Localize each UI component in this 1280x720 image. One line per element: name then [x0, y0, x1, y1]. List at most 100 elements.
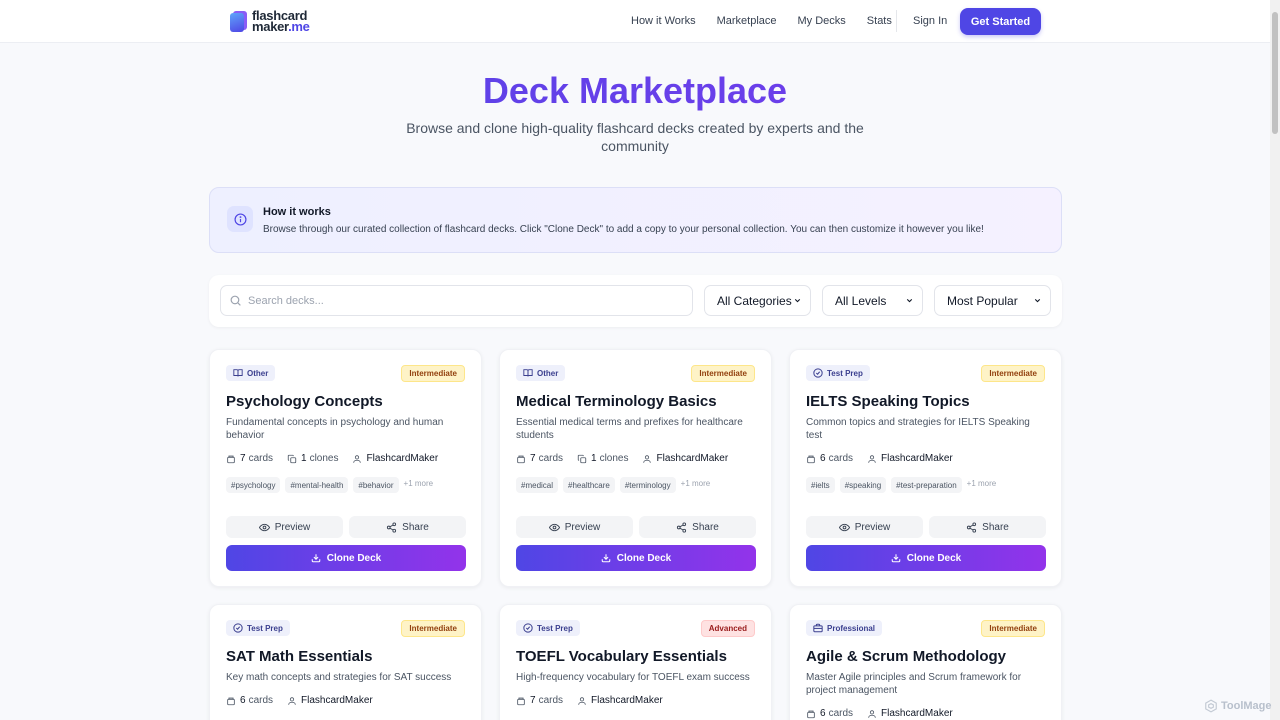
deck-meta: 7 cards 1 clones FlashcardMaker: [226, 453, 455, 464]
watermark-text: ToolMage: [1221, 700, 1272, 712]
deck-description: Key math concepts and strategies for SAT…: [226, 672, 452, 683]
info-icon: [227, 206, 253, 232]
scrollbar-thumb[interactable]: [1272, 12, 1278, 134]
tag[interactable]: #mental-health: [285, 477, 349, 493]
clone-count: 1: [591, 453, 597, 464]
tag-list: #psychology #mental-health #behavior +1 …: [226, 477, 433, 493]
cards-label: cards: [828, 453, 854, 464]
eye-icon: [258, 523, 270, 531]
clones-label: clones: [599, 453, 629, 464]
watermark-icon: [1205, 699, 1217, 713]
tag[interactable]: #test-preparation: [891, 477, 962, 493]
cards-label: cards: [828, 708, 854, 719]
deck-title[interactable]: TOEFL Vocabulary Essentials: [516, 648, 727, 665]
category-select[interactable]: All Categories: [704, 285, 811, 316]
preview-button[interactable]: Preview: [516, 516, 633, 538]
deck-description: Master Agile principles and Scrum framew…: [806, 672, 1022, 696]
level-badge: Intermediate: [401, 365, 465, 382]
layers-icon: [227, 455, 235, 463]
level-badge: Advanced: [700, 620, 755, 637]
deck-title[interactable]: IELTS Speaking Topics: [806, 393, 970, 410]
author-name: FlashcardMaker: [881, 453, 953, 464]
clone-deck-button[interactable]: Clone Deck: [806, 545, 1046, 571]
sort-select[interactable]: Most Popular: [934, 285, 1051, 316]
share-icon: [387, 521, 397, 533]
layers-icon: [807, 455, 815, 463]
tag-list: #ielts #speaking #test-preparation +1 mo…: [806, 477, 996, 493]
share-button[interactable]: Share: [929, 516, 1046, 538]
category-label: Other: [247, 368, 269, 378]
share-button[interactable]: Share: [639, 516, 756, 538]
deck-card[interactable]: Professional Intermediate Agile & Scrum …: [789, 604, 1062, 720]
preview-button[interactable]: Preview: [226, 516, 343, 538]
deck-title[interactable]: Psychology Concepts: [226, 393, 383, 410]
page-scrollbar[interactable]: [1270, 0, 1280, 720]
tag[interactable]: #ielts: [806, 477, 835, 493]
logo[interactable]: flashcard maker.me: [230, 9, 310, 34]
nav-link-stats[interactable]: Stats: [867, 15, 892, 27]
layers-icon: [517, 455, 525, 463]
share-button[interactable]: Share: [349, 516, 466, 538]
clone-deck-button[interactable]: Clone Deck: [516, 545, 756, 571]
layers-icon: [807, 710, 815, 718]
check-circle-icon: [813, 368, 823, 378]
deck-card[interactable]: Test Prep Intermediate SAT Math Essentia…: [209, 604, 482, 720]
deck-card[interactable]: Test Prep Intermediate IELTS Speaking To…: [789, 349, 1062, 587]
search-input[interactable]: [248, 294, 668, 307]
tag[interactable]: #terminology: [619, 477, 676, 493]
user-icon: [578, 696, 586, 705]
card-count: 6: [820, 708, 826, 719]
deck-title[interactable]: Agile & Scrum Methodology: [806, 648, 1006, 665]
logo-line2: maker: [252, 19, 289, 34]
category-select-value: All Categories: [717, 293, 792, 308]
clone-count: 1: [301, 453, 307, 464]
clone-label: Clone Deck: [616, 552, 672, 564]
tag[interactable]: #behavior: [353, 477, 399, 493]
author-name: FlashcardMaker: [591, 695, 663, 706]
clone-label: Clone Deck: [906, 552, 962, 564]
deck-meta: 6 cards FlashcardMaker: [806, 708, 970, 719]
category-badge: Professional: [806, 620, 883, 636]
layers-icon: [227, 697, 235, 705]
card-count: 6: [240, 695, 246, 706]
card-count: 7: [530, 695, 536, 706]
tag[interactable]: #medical: [516, 477, 559, 493]
category-badge: Other: [516, 365, 566, 381]
nav-divider: [896, 10, 897, 32]
user-icon: [643, 454, 652, 463]
preview-label: Preview: [564, 521, 601, 533]
user-icon: [868, 454, 876, 463]
preview-label: Preview: [854, 521, 891, 533]
deck-description: High-frequency vocabulary for TOEFL exam…: [516, 672, 750, 683]
level-select[interactable]: All Levels: [822, 285, 923, 316]
preview-button[interactable]: Preview: [806, 516, 923, 538]
deck-card[interactable]: Other Intermediate Psychology Concepts F…: [209, 349, 482, 587]
nav-link-marketplace[interactable]: Marketplace: [717, 15, 777, 27]
get-started-button[interactable]: Get Started: [960, 8, 1041, 35]
tag[interactable]: #psychology: [226, 477, 281, 493]
preview-label: Preview: [274, 521, 311, 533]
card-count: 7: [240, 453, 246, 464]
sign-in-link[interactable]: Sign In: [913, 15, 947, 27]
filter-bar: All Categories All Levels Most Popular: [209, 275, 1062, 327]
nav-link-how-it-works[interactable]: How it Works: [631, 15, 696, 27]
deck-card[interactable]: Other Intermediate Medical Terminology B…: [499, 349, 772, 587]
clone-deck-button[interactable]: Clone Deck: [226, 545, 466, 571]
deck-meta: 6 cards FlashcardMaker: [226, 695, 390, 706]
deck-title[interactable]: SAT Math Essentials: [226, 648, 372, 665]
tag-list: #medical #healthcare #terminology +1 mor…: [516, 477, 710, 493]
more-tags: +1 more: [403, 478, 434, 488]
user-icon: [353, 454, 362, 463]
nav-link-my-decks[interactable]: My Decks: [798, 15, 846, 27]
sort-select-value: Most Popular: [947, 293, 1018, 308]
tag[interactable]: #speaking: [839, 477, 887, 493]
level-select-value: All Levels: [835, 293, 887, 308]
chevron-down-icon: [794, 298, 801, 303]
level-badge: Intermediate: [691, 365, 755, 382]
tag[interactable]: #healthcare: [563, 477, 615, 493]
page-subtitle: Browse and clone high-quality flashcard …: [406, 120, 864, 154]
category-badge: Other: [226, 365, 276, 381]
deck-title[interactable]: Medical Terminology Basics: [516, 393, 717, 410]
deck-card[interactable]: Test Prep Advanced TOEFL Vocabulary Esse…: [499, 604, 772, 720]
search-box[interactable]: [220, 285, 693, 316]
